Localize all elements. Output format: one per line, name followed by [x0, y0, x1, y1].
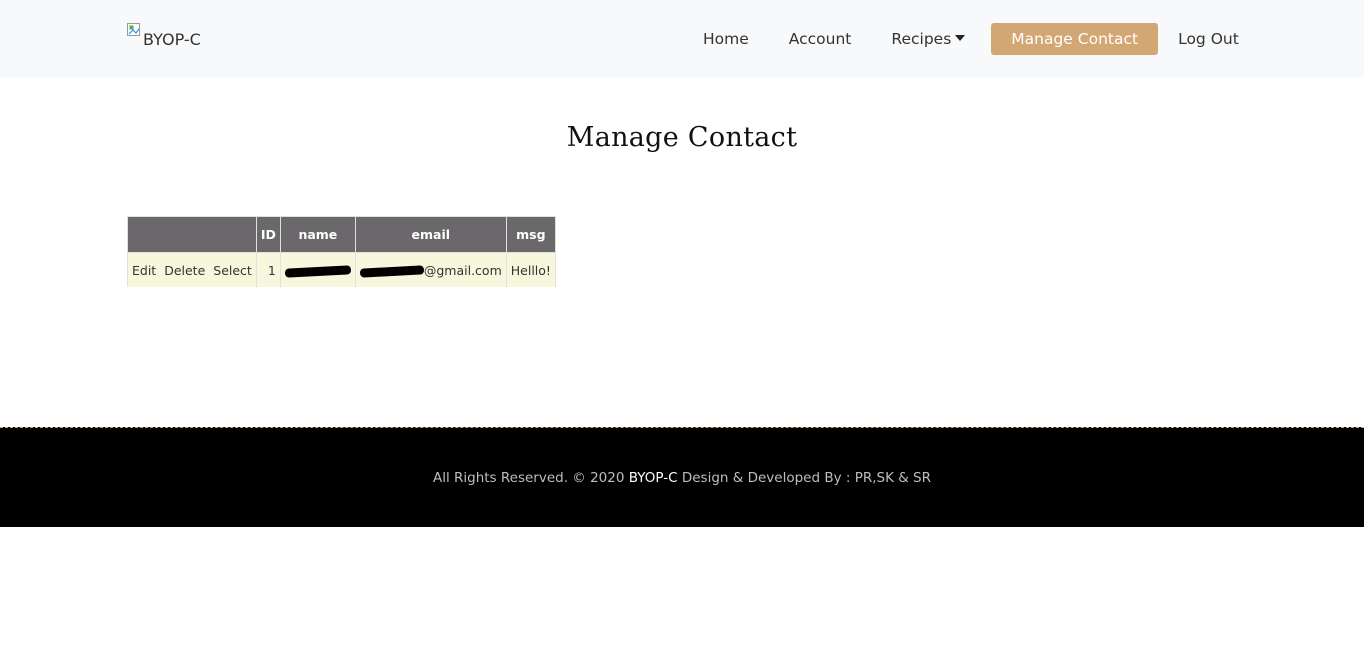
column-header-actions: [127, 216, 257, 253]
footer-text: All Rights Reserved. © 2020 BYOP-C Desig…: [433, 470, 931, 486]
page-title: Manage Contact: [566, 122, 798, 153]
navbar: BYOP-C Home Account Recipes Manage Conta…: [0, 0, 1364, 78]
main-nav: Home Account Recipes Manage Contact Log …: [683, 23, 1259, 55]
broken-image-icon: [127, 23, 141, 37]
nav-home[interactable]: Home: [683, 23, 769, 55]
table-header-row: ID name email msg: [127, 216, 556, 253]
row-actions-cell: Edit Delete Select: [127, 252, 257, 287]
cell-name: [279, 252, 356, 287]
footer-brand: BYOP-C: [628, 469, 678, 486]
brand-logo[interactable]: BYOP-C: [127, 23, 201, 49]
cell-msg: Helllo!: [505, 252, 556, 287]
column-header-id: ID: [255, 216, 281, 253]
footer-credits: Design & Developed By : PR,SK & SR: [681, 469, 931, 486]
nav-logout[interactable]: Log Out: [1158, 23, 1259, 55]
redaction-mark: [359, 264, 425, 278]
nav-recipes-dropdown[interactable]: Recipes: [871, 23, 985, 55]
nav-account[interactable]: Account: [769, 23, 872, 55]
caret-down-icon: [955, 35, 966, 41]
brand-alt-text: BYOP-C: [143, 30, 201, 49]
nav-recipes-label: Recipes: [891, 30, 952, 48]
column-header-email: email: [354, 216, 507, 253]
delete-link[interactable]: Delete: [164, 263, 205, 278]
table-row: Edit Delete Select 1 @gmail.com Helllo!: [127, 252, 556, 287]
edit-link[interactable]: Edit: [132, 263, 156, 278]
email-suffix: @gmail.com: [423, 262, 502, 278]
contacts-table: ID name email msg Edit Delete Select 1 @…: [127, 216, 556, 287]
redaction-mark: [284, 264, 352, 278]
select-link[interactable]: Select: [213, 263, 252, 278]
column-header-name: name: [279, 216, 356, 253]
footer-copyright: All Rights Reserved. © 2020: [432, 469, 625, 486]
column-header-msg: msg: [505, 216, 556, 253]
cell-id: 1: [255, 252, 281, 287]
nav-manage-contact-button[interactable]: Manage Contact: [991, 23, 1159, 55]
cell-email: @gmail.com: [354, 252, 507, 287]
footer: All Rights Reserved. © 2020 BYOP-C Desig…: [0, 427, 1364, 527]
